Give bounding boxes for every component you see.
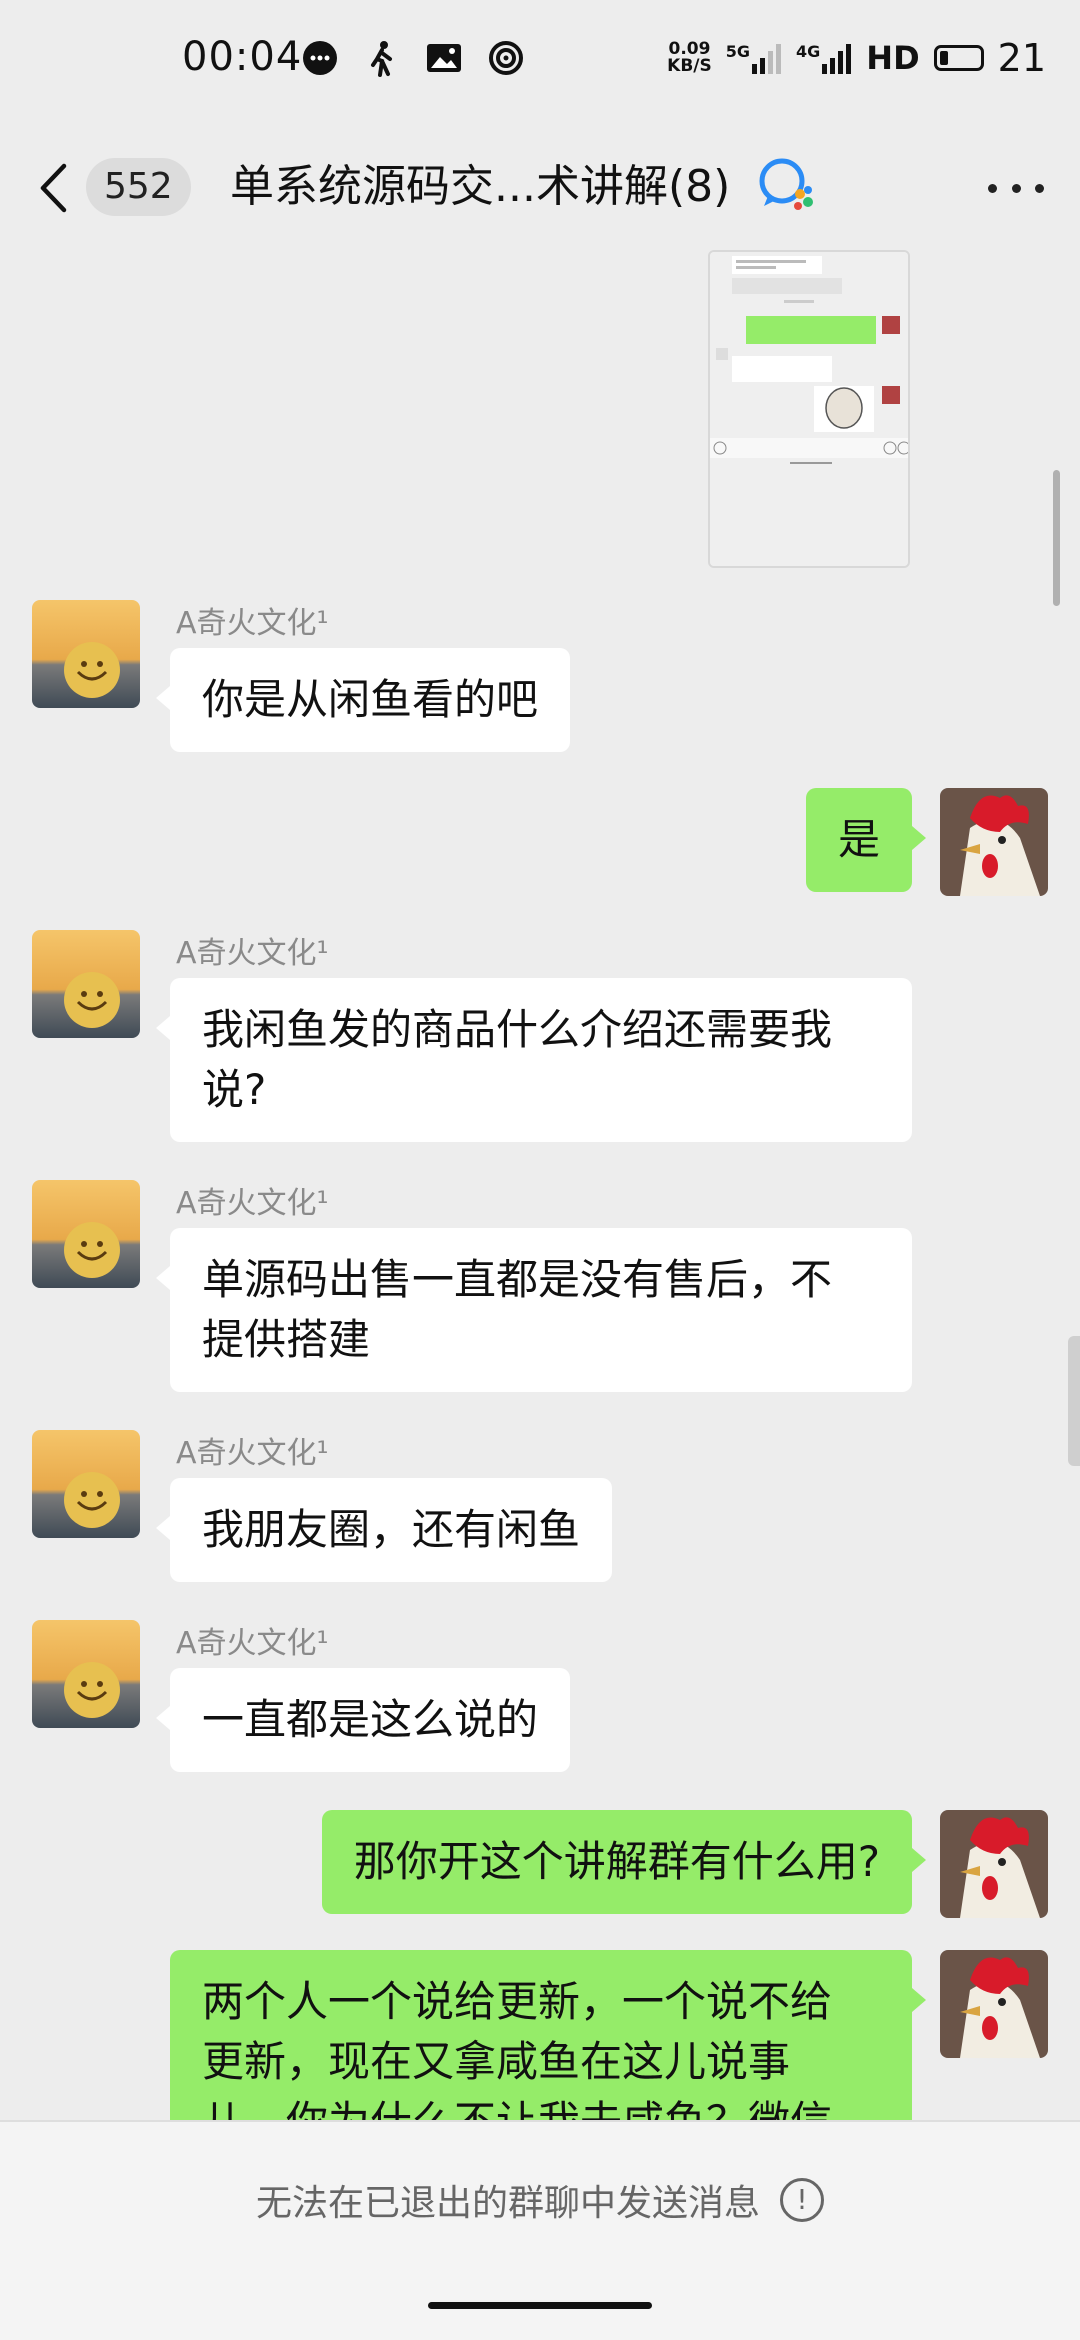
net-speed-unit: KB/S [667, 56, 712, 76]
sender-name: A奇火文化¹ [176, 936, 329, 971]
signal-5g: 5G [726, 42, 782, 74]
chat-title: 单系统源码交...术讲解(8) [230, 161, 731, 212]
hd-indicator: HD [866, 39, 920, 77]
signal-4g: 4G [796, 42, 852, 74]
info-icon[interactable]: ! [780, 2178, 824, 2222]
message-bubble[interactable]: 你是从闲鱼看的吧 [155, 648, 571, 752]
avatar[interactable] [32, 1180, 140, 1288]
message-line: 两个人一个说给更新，一个说不给 [202, 1977, 833, 2026]
message-bubble[interactable]: 一直都是这么说的 [155, 1668, 571, 1772]
sender-name: A奇火文化¹ [176, 606, 329, 641]
notice-text: 无法在已退出的群聊中发送消息 [255, 2183, 760, 2224]
message-icon [300, 38, 340, 78]
screenshot-image-message[interactable] [708, 250, 910, 568]
status-bar: 00:04 0.09 KB/S 5G 4G HD 21 [0, 0, 1080, 120]
signal-4g-label: 4G [796, 42, 821, 61]
message-bubble[interactable]: 我朋友圈，还有闲鱼 [155, 1478, 613, 1582]
left-group-notice: 无法在已退出的群聊中发送消息! [0, 2174, 1080, 2226]
chevron-left-icon [40, 163, 67, 213]
chat-message-list[interactable]: A奇火文化¹ 你是从闲鱼看的吧 是 A奇火文化¹ 我闲鱼发的商品什么介绍还需要我… [0, 240, 1080, 2120]
status-notification-icons [300, 38, 526, 78]
message-bubble[interactable]: 单源码出售一直都是没有售后，不 提供搭建 [156, 1228, 912, 1392]
gallery-icon [424, 38, 464, 78]
back-button[interactable] [38, 158, 78, 218]
message-line: 单源码出售一直都是没有售后，不 [202, 1255, 833, 1304]
avatar[interactable] [32, 600, 140, 708]
message-bubble[interactable]: 两个人一个说给更新，一个说不给 更新，现在又拿咸鱼在这儿说事 儿，你为什么不让我… [170, 1950, 926, 2120]
message-bubble[interactable]: 我闲鱼发的商品什么介绍还需要我 说? [156, 978, 912, 1142]
avatar-self[interactable] [940, 1950, 1048, 2058]
battery-icon [933, 45, 984, 71]
side-edge-handle[interactable] [1068, 1336, 1080, 1466]
message-line: 我闲鱼发的商品什么介绍还需要我 [202, 1005, 833, 1054]
input-disabled-bar: 无法在已退出的群聊中发送消息! [0, 2120, 1080, 2270]
wecom-icon [756, 154, 816, 214]
status-system-icons: 0.09 KB/S 5G 4G HD 21 [667, 36, 1046, 80]
status-time: 00:04 [182, 34, 303, 80]
more-dot [988, 183, 997, 193]
sender-name: A奇火文化¹ [176, 1186, 329, 1221]
chat-header: 552 单系统源码交...术讲解(8) [0, 140, 1080, 236]
message-line: 提供搭建 [202, 1315, 371, 1364]
net-speed: 0.09 KB/S [667, 41, 712, 75]
avatar[interactable] [32, 1620, 140, 1728]
avatar[interactable] [32, 1430, 140, 1538]
more-dot [1011, 183, 1021, 193]
message-bubble[interactable]: 是 [805, 788, 927, 892]
sender-name: A奇火文化¹ [176, 1436, 329, 1471]
signal-5g-label: 5G [725, 42, 751, 61]
more-dot [1035, 183, 1044, 193]
signal-bars-icon [822, 44, 852, 74]
sender-name: A奇火文化¹ [176, 1626, 329, 1661]
message-line: 说? [202, 1065, 267, 1114]
avatar[interactable] [32, 930, 140, 1038]
signal-bars-icon [752, 44, 782, 74]
battery-level: 21 [997, 36, 1046, 80]
more-button[interactable] [988, 168, 1044, 208]
avatar-self[interactable] [940, 788, 1048, 896]
walking-icon [362, 38, 402, 78]
hotspot-icon [486, 38, 526, 78]
message-line: 儿，你为什么不让我去咸鱼？微信 [202, 2092, 880, 2120]
message-line: 更新，现在又拿咸鱼在这儿说事 [202, 2037, 791, 2086]
message-bubble[interactable]: 那你开这个讲解群有什么用? [321, 1810, 927, 1914]
scrollbar-thumb[interactable] [1053, 470, 1060, 606]
home-indicator[interactable] [428, 2302, 652, 2309]
avatar-self[interactable] [940, 1810, 1048, 1918]
unread-count-badge[interactable]: 552 [86, 158, 191, 216]
